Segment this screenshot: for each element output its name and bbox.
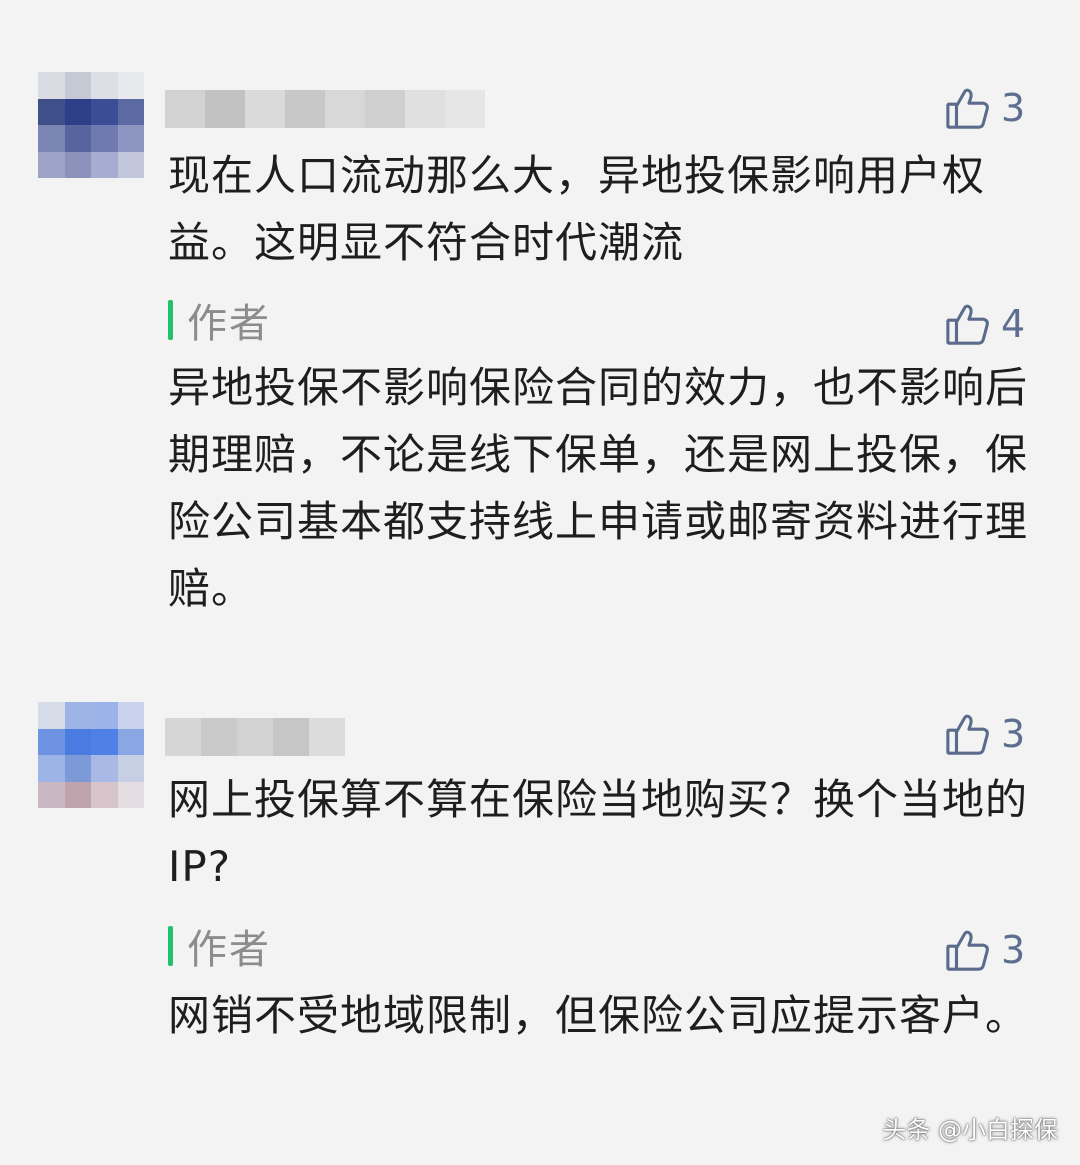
like-count: 3 <box>1001 712 1026 756</box>
author-tag: 作者 <box>168 922 271 973</box>
like-count: 4 <box>1001 302 1026 346</box>
like-button[interactable]: 3 <box>945 926 1025 974</box>
author-bar <box>168 926 173 966</box>
author-tag: 作者 <box>168 296 271 347</box>
author-bar <box>168 300 173 340</box>
thumbs-up-icon <box>946 930 989 971</box>
comment-text: 网上投保算不算在保险当地购买？换个当地的IP? <box>168 775 1029 891</box>
thumbs-up-icon <box>946 714 989 755</box>
like-count: 3 <box>1001 928 1026 972</box>
like-count: 3 <box>1001 86 1026 130</box>
watermark: 头条 @小白探保 <box>882 1116 1058 1144</box>
like-button[interactable]: 3 <box>945 710 1025 758</box>
reply-text: 异地投保不影响保险合同的效力，也不影响后期理赔，不论是线下保单，还是网上投保，保… <box>168 363 1029 613</box>
avatar[interactable] <box>38 72 144 178</box>
author-label: 作者 <box>187 301 271 347</box>
like-button[interactable]: 3 <box>945 84 1025 132</box>
comment-text: 现在人口流动那么大，异地投保影响用户权益。这明显不符合时代潮流 <box>168 151 986 267</box>
thumbs-up-icon <box>946 304 989 345</box>
author-label: 作者 <box>187 927 271 973</box>
avatar[interactable] <box>38 702 144 808</box>
like-button[interactable]: 4 <box>945 300 1025 348</box>
nickname-blurred[interactable] <box>165 718 345 756</box>
reply-text: 网销不受地域限制，但保险公司应提示客户。 <box>168 991 1029 1040</box>
nickname-blurred[interactable] <box>165 90 485 128</box>
thumbs-up-icon <box>946 88 989 129</box>
